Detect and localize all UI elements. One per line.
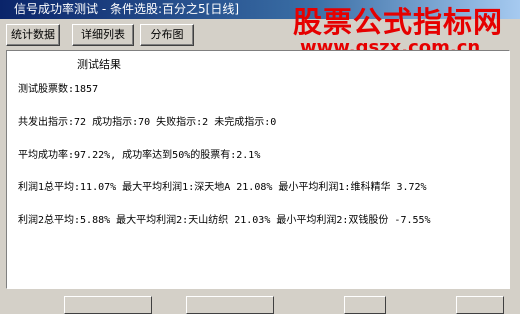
bottom-button-3[interactable] (344, 296, 386, 314)
tab-distribution[interactable]: 分布图 (140, 24, 194, 46)
tab-detail-list[interactable]: 详细列表 (72, 24, 134, 46)
results-heading: 测试结果 (77, 58, 121, 71)
bottom-button-2[interactable] (186, 296, 274, 314)
signal-count-line: 共发出指示:72 成功指示:70 失败指示:2 未完成指示:0 (18, 117, 277, 128)
success-rate-line: 平均成功率:97.22%, 成功率达到50%的股票有:2.1% (18, 150, 261, 161)
profit1-line: 利润1总平均:11.07% 最大平均利润1:深天地A 21.08% 最小平均利润… (18, 182, 427, 193)
tab-statistics[interactable]: 统计数据 (6, 24, 60, 46)
window-title: 信号成功率测试 - 条件选股:百分之5[日线] (14, 2, 240, 16)
results-panel[interactable]: 测试结果 测试股票数:1857 共发出指示:72 成功指示:70 失败指示:2 … (6, 50, 510, 289)
bottom-button-1[interactable] (64, 296, 152, 314)
watermark-logo-text: 股票公式指标网 (293, 5, 504, 39)
profit2-line: 利润2总平均:5.88% 最大平均利润2:天山纺织 21.03% 最小平均利润2… (18, 215, 431, 226)
bottom-button-4[interactable] (456, 296, 504, 314)
stock-count-line: 测试股票数:1857 (18, 84, 99, 95)
